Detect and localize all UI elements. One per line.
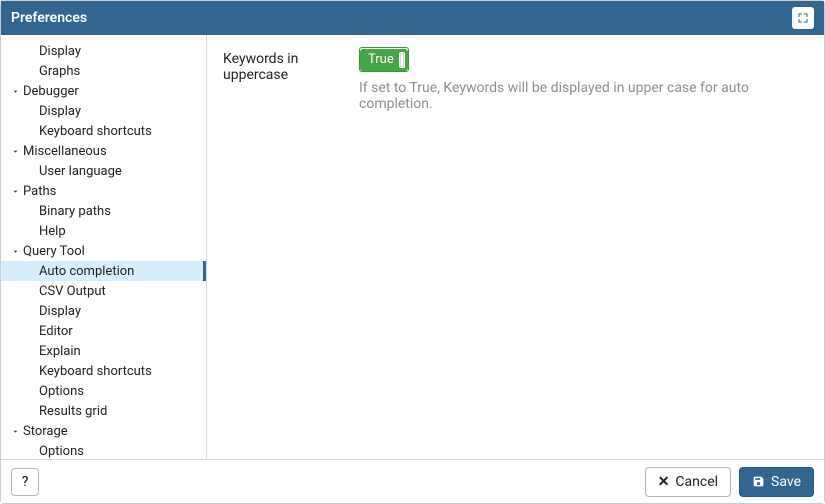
window-title: Preferences (11, 10, 87, 26)
tree-leaf[interactable]: Editor (1, 321, 206, 341)
content-pane: Keywords in uppercase True If set to Tru… (207, 35, 824, 459)
tree-leaf[interactable]: Auto completion (1, 261, 206, 281)
tree-group[interactable]: Query Tool (1, 241, 206, 261)
tree-group[interactable]: Miscellaneous (1, 141, 206, 161)
tree-leaf[interactable]: Display (1, 301, 206, 321)
setting-value: True If set to True, Keywords will be di… (359, 47, 808, 112)
tree-leaf[interactable]: Graphs (1, 61, 206, 81)
tree-label: Miscellaneous (23, 144, 107, 159)
tree-leaf[interactable]: Display (1, 41, 206, 61)
tree-label: Storage (23, 424, 68, 439)
cancel-button[interactable]: ✕ Cancel (645, 467, 731, 497)
titlebar: Preferences (1, 1, 824, 35)
tree-label: Results grid (39, 404, 107, 419)
tree-leaf[interactable]: Options (1, 381, 206, 401)
toggle-switch[interactable]: True (359, 47, 409, 72)
tree-label: Keyboard shortcuts (39, 364, 152, 379)
tree-group[interactable]: Paths (1, 181, 206, 201)
tree-label: CSV Output (39, 284, 106, 299)
tree-group[interactable]: Storage (1, 421, 206, 441)
tree-label: Keyboard shortcuts (39, 124, 152, 139)
tree-leaf[interactable]: Keyboard shortcuts (1, 361, 206, 381)
tree-leaf[interactable]: Binary paths (1, 201, 206, 221)
tree-label: Display (39, 104, 81, 119)
tree-label: Display (39, 44, 81, 59)
tree-leaf[interactable]: Keyboard shortcuts (1, 121, 206, 141)
tree-leaf[interactable]: Results grid (1, 401, 206, 421)
tree-label: Query Tool (23, 244, 85, 259)
help-button[interactable]: ? (11, 468, 39, 496)
tree-label: Auto completion (39, 264, 134, 279)
tree-label: Options (39, 384, 84, 399)
dialog-body: Display Graphs Debugger Display Keyboard sho… (1, 35, 824, 459)
tree-label: Debugger (23, 84, 79, 99)
tree-leaf[interactable]: Options (1, 441, 206, 459)
sidebar[interactable]: Display Graphs Debugger Display Keyboard sho… (1, 35, 207, 459)
toggle-knob (400, 53, 404, 67)
tree-leaf[interactable]: User language (1, 161, 206, 181)
tree-leaf[interactable]: CSV Output (1, 281, 206, 301)
close-icon: ✕ (658, 474, 670, 490)
tree-group[interactable]: Debugger (1, 81, 206, 101)
tree-label: Explain (39, 344, 81, 359)
tree-label: Display (39, 304, 81, 319)
tree-label: Binary paths (39, 204, 111, 219)
tree-label: Help (39, 224, 66, 239)
expand-icon[interactable] (792, 7, 814, 29)
tree-label: Graphs (39, 64, 80, 79)
tree-label: Paths (23, 184, 56, 199)
save-icon (752, 475, 765, 488)
tree-leaf[interactable]: Explain (1, 341, 206, 361)
save-button[interactable]: Save (739, 467, 814, 497)
setting-help-text: If set to True, Keywords will be display… (359, 80, 808, 112)
setting-label: Keywords in uppercase (223, 47, 353, 83)
tree-label: User language (39, 164, 122, 179)
footer: ? ✕ Cancel Save (1, 459, 824, 503)
toggle-text: True (368, 52, 394, 67)
tree-leaf[interactable]: Display (1, 101, 206, 121)
tree-label: Options (39, 444, 84, 459)
tree-label: Editor (39, 324, 73, 339)
tree-leaf[interactable]: Help (1, 221, 206, 241)
